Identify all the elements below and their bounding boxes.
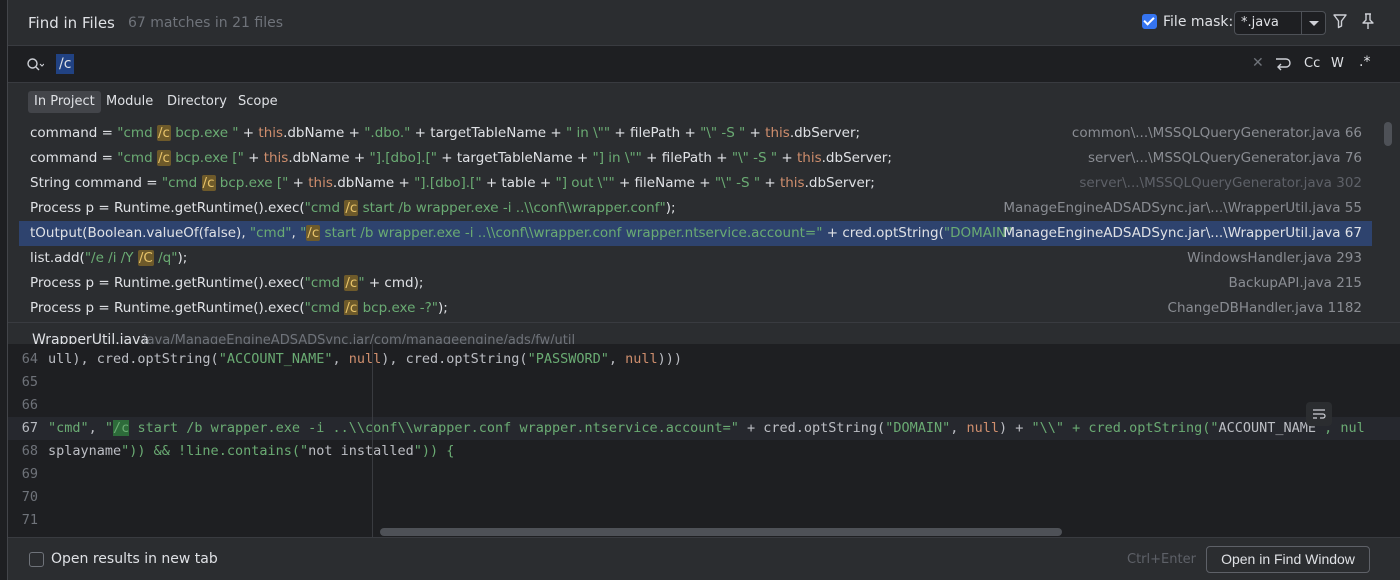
- preview-editor[interactable]: 71 70 69 68 splayname")) && !line.contains("…: [8, 344, 1400, 537]
- result-code: String command = "cmd /c bcp.exe [" + th…: [30, 175, 875, 191]
- dialog-header: Find in Files 67 matches in 21 files Fil…: [8, 0, 1400, 45]
- code-line: 68 splayname")) && !line.contains("not in…: [8, 440, 1400, 463]
- open-in-find-window-button[interactable]: Open in Find Window: [1206, 546, 1370, 573]
- line-number: 71: [21, 512, 38, 528]
- match-case-toggle[interactable]: Cc: [1304, 56, 1320, 71]
- pin-icon[interactable]: [1360, 12, 1376, 30]
- code-line: 70: [8, 486, 1400, 509]
- result-code: Process p = Runtime.getRuntime().exec("c…: [30, 200, 676, 216]
- file-mask-combo[interactable]: *.java: [1234, 11, 1326, 35]
- result-file-location: ChangeDBHandler.java 1182: [1167, 300, 1362, 315]
- result-code: command = "cmd /c bcp.exe " + this.dbNam…: [30, 125, 861, 141]
- result-row[interactable]: Process p = Runtime.getRuntime().exec("c…: [19, 296, 1372, 315]
- tab-scope[interactable]: Scope: [232, 91, 284, 113]
- find-in-files-dialog: Find in Files 67 matches in 21 files Fil…: [7, 0, 1400, 580]
- result-file-location: server\...\MSSQLQueryGenerator.java 76: [1087, 150, 1362, 166]
- code-text: ull), cred.optString("ACCOUNT_NAME", nul…: [48, 351, 683, 367]
- open-new-tab-label: Open results in new tab: [51, 551, 218, 567]
- result-row[interactable]: String command = "cmd /c bcp.exe [" + th…: [19, 171, 1372, 196]
- code-text: splayname")) && !line.contains("not inst…: [48, 443, 455, 459]
- filter-icon[interactable]: [1332, 13, 1348, 29]
- code-line: 69: [8, 463, 1400, 486]
- shortcut-hint: Ctrl+Enter: [1127, 552, 1196, 567]
- result-row[interactable]: command = "cmd /c bcp.exe [" + this.dbNa…: [19, 146, 1372, 171]
- editor-horizontal-scrollbar[interactable]: [380, 528, 1062, 536]
- result-row[interactable]: tOutput(Boolean.valueOf(false), "cmd", "…: [19, 221, 1372, 246]
- result-code: Process p = Runtime.getRuntime().exec("c…: [30, 275, 424, 291]
- search-input[interactable]: /c: [56, 54, 75, 74]
- line-number: 70: [21, 489, 38, 505]
- result-row[interactable]: command = "cmd /c bcp.exe " + this.dbNam…: [19, 121, 1372, 146]
- file-mask-label: File mask:: [1163, 14, 1234, 30]
- result-file-location: server\...\MSSQLQueryGenerator.java 302: [1079, 175, 1362, 191]
- file-mask-checkbox[interactable]: [1142, 14, 1157, 29]
- line-number: 66: [21, 397, 38, 413]
- whole-words-toggle[interactable]: W: [1331, 56, 1344, 71]
- line-number: 64: [21, 351, 38, 367]
- line-number: 69: [21, 466, 38, 482]
- scope-tabs: In Project Module Directory Scope: [8, 83, 1400, 121]
- code-divider: [372, 344, 373, 537]
- soft-wrap-icon: [1313, 409, 1326, 419]
- result-row[interactable]: Process p = Runtime.getRuntime().exec("c…: [19, 271, 1372, 296]
- chevron-down-icon[interactable]: [1301, 12, 1325, 34]
- code-text: "cmd", "/c start /b wrapper.exe -i ..\\c…: [48, 420, 1365, 436]
- code-line: 65: [8, 371, 1400, 394]
- open-new-tab-checkbox[interactable]: [29, 552, 44, 567]
- code-line: 66: [8, 394, 1400, 417]
- regex-toggle[interactable]: .*: [1359, 54, 1370, 70]
- results-list[interactable]: command = "cmd /c bcp.exe " + this.dbNam…: [8, 121, 1382, 315]
- tab-module[interactable]: Module: [100, 91, 159, 113]
- soft-wrap-button[interactable]: [1306, 402, 1332, 426]
- search-row: /c ✕ Cc W .*: [8, 45, 1400, 83]
- result-row[interactable]: Process p = Runtime.getRuntime().exec("c…: [19, 196, 1372, 221]
- result-code: list.add("/e /i /Y /C /q");: [30, 250, 188, 266]
- dialog-title: Find in Files: [28, 14, 115, 32]
- line-number: 65: [21, 374, 38, 390]
- result-code: Process p = Runtime.getRuntime().exec("c…: [30, 300, 448, 315]
- result-row[interactable]: list.add("/e /i /Y /C /q"); WindowsHandle…: [19, 246, 1372, 271]
- code-line: 67 "cmd", "/c start /b wrapper.exe -i ..\…: [8, 417, 1400, 440]
- result-code: tOutput(Boolean.valueOf(false), "cmd", "…: [30, 225, 1013, 241]
- code-line: 64 ull), cred.optString("ACCOUNT_NAME", n…: [8, 348, 1400, 371]
- dialog-footer: Open results in new tab Ctrl+Enter Open …: [8, 537, 1400, 580]
- line-number: 68: [21, 443, 38, 459]
- tab-in-project[interactable]: In Project: [28, 91, 101, 113]
- match-count: 67 matches in 21 files: [128, 15, 283, 31]
- result-code: command = "cmd /c bcp.exe [" + this.dbNa…: [30, 150, 892, 166]
- result-file-location: WindowsHandler.java 293: [1187, 250, 1362, 266]
- results-scrollbar[interactable]: [1384, 122, 1392, 146]
- line-number: 67: [21, 420, 38, 436]
- search-icon[interactable]: [26, 57, 44, 73]
- wrap-icon[interactable]: [1274, 56, 1292, 72]
- file-mask-value: *.java: [1241, 15, 1279, 30]
- result-file-location: BackupAPI.java 215: [1228, 275, 1362, 291]
- clear-icon[interactable]: ✕: [1252, 55, 1264, 71]
- tab-directory[interactable]: Directory: [161, 91, 233, 113]
- result-file-location: ManageEngineADSADSync.jar\...\WrapperUti…: [1003, 225, 1362, 241]
- result-file-location: common\...\MSSQLQueryGenerator.java 66: [1071, 125, 1362, 141]
- result-file-location: ManageEngineADSADSync.jar\...\WrapperUti…: [1003, 200, 1362, 216]
